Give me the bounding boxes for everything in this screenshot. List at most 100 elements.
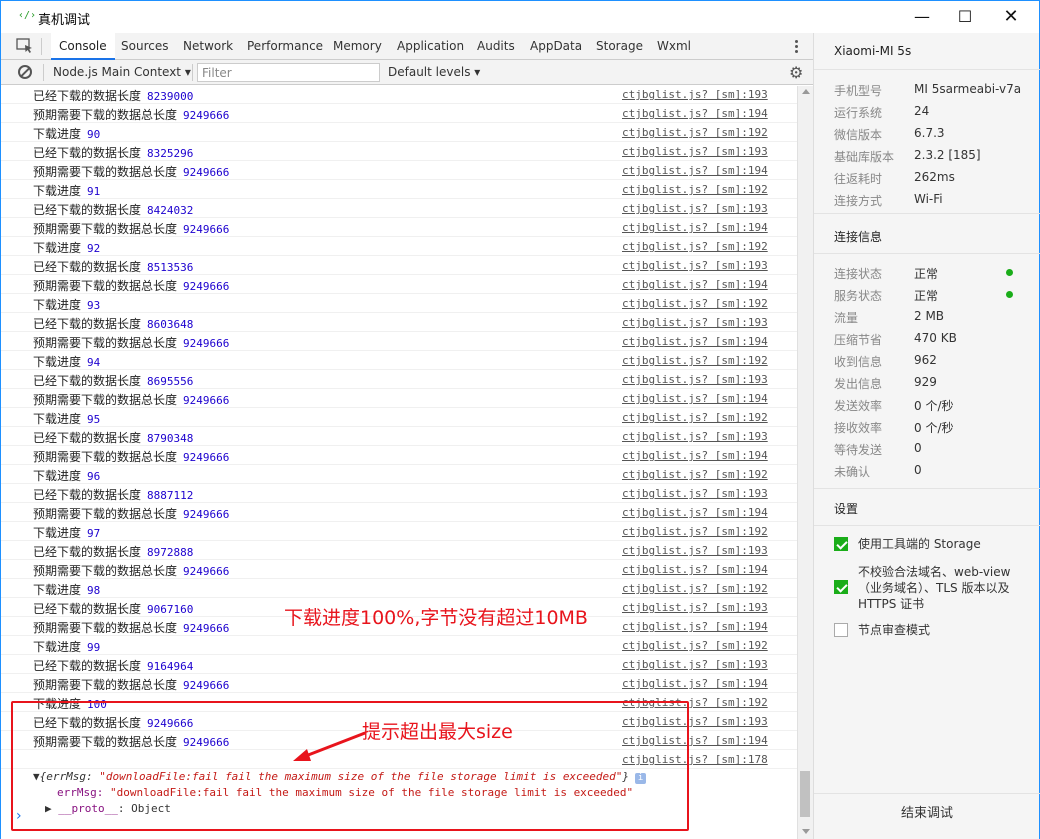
log-message: 预期需要下载的数据总长度 9249666	[33, 222, 230, 236]
log-source-link[interactable]: ctjbglist.js? [sm]:194	[622, 677, 768, 690]
log-source-link[interactable]: ctjbglist.js? [sm]:192	[622, 525, 768, 538]
log-source-link[interactable]: ctjbglist.js? [sm]:193	[622, 316, 768, 329]
log-row: 已经下载的数据长度 8972888 ctjbglist.js? [sm]:193	[1, 541, 797, 560]
log-source-link[interactable]: ctjbglist.js? [sm]:193	[622, 658, 768, 671]
connection-section-title: 连接信息	[834, 230, 883, 244]
log-source-link[interactable]: ctjbglist.js? [sm]:194	[622, 221, 768, 234]
log-message: 下载进度 94	[33, 355, 101, 369]
log-source-link[interactable]: ctjbglist.js? [sm]:193	[622, 373, 768, 386]
log-row: 已经下载的数据长度 9164964 ctjbglist.js? [sm]:193	[1, 655, 797, 674]
log-message: 下载进度 96	[33, 469, 101, 483]
log-row: 下载进度 92 ctjbglist.js? [sm]:192	[1, 237, 797, 256]
log-source-link[interactable]: ctjbglist.js? [sm]:194	[622, 278, 768, 291]
log-source-link[interactable]: ctjbglist.js? [sm]:192	[622, 183, 768, 196]
settings-checkbox[interactable]	[834, 580, 848, 594]
log-message: 下载进度 92	[33, 241, 101, 255]
log-source-link[interactable]: ctjbglist.js? [sm]:194	[622, 449, 768, 462]
log-source-link[interactable]: ctjbglist.js? [sm]:193	[622, 145, 768, 158]
log-message: 已经下载的数据长度 9164964	[33, 659, 194, 673]
tab-memory[interactable]: Memory	[333, 33, 382, 60]
log-source-link[interactable]: ctjbglist.js? [sm]:194	[622, 164, 768, 177]
maximize-button[interactable]: ☐	[942, 1, 988, 33]
log-source-link[interactable]: ctjbglist.js? [sm]:192	[622, 639, 768, 652]
tab-application[interactable]: Application	[397, 33, 464, 60]
log-source-link[interactable]: ctjbglist.js? [sm]:194	[622, 392, 768, 405]
log-levels-select[interactable]: Default levels ▾	[388, 65, 480, 79]
log-source-link[interactable]: ctjbglist.js? [sm]:192	[622, 354, 768, 367]
minimize-button[interactable]: —	[899, 1, 945, 33]
settings-checkbox[interactable]	[834, 623, 848, 637]
log-source-link[interactable]: ctjbglist.js? [sm]:193	[622, 601, 768, 614]
log-source-link[interactable]: ctjbglist.js? [sm]:192	[622, 126, 768, 139]
device-info-label: 手机型号	[834, 84, 883, 98]
log-source-link[interactable]: ctjbglist.js? [sm]:192	[622, 582, 768, 595]
log-source-link[interactable]: ctjbglist.js? [sm]:194	[622, 563, 768, 576]
log-source-link[interactable]: ctjbglist.js? [sm]:193	[622, 544, 768, 557]
settings-checkbox[interactable]	[834, 537, 848, 551]
settings-section-title: 设置	[834, 502, 859, 516]
settings-checkbox-label[interactable]: 节点审查模式	[858, 622, 1018, 638]
log-row: 预期需要下载的数据总长度 9249666 ctjbglist.js? [sm]:19…	[1, 503, 797, 522]
settings-checkbox-label[interactable]: 使用工具端的 Storage	[858, 536, 1018, 552]
close-button[interactable]: ✕	[988, 1, 1034, 33]
log-source-link[interactable]: ctjbglist.js? [sm]:192	[622, 240, 768, 253]
log-source-link[interactable]: ctjbglist.js? [sm]:193	[622, 202, 768, 215]
log-source-link[interactable]: ctjbglist.js? [sm]:193	[622, 88, 768, 101]
connection-value: 0 个/秒	[914, 421, 954, 435]
scroll-down-icon[interactable]	[802, 829, 810, 834]
log-source-link[interactable]: ctjbglist.js? [sm]:194	[622, 620, 768, 633]
connection-value: 0	[914, 463, 922, 477]
log-message: 预期需要下载的数据总长度 9249666	[33, 165, 230, 179]
log-message: 已经下载的数据长度 9067160	[33, 602, 194, 616]
tab-audits[interactable]: Audits	[477, 33, 515, 60]
scroll-up-icon[interactable]	[802, 89, 810, 94]
log-row: 已经下载的数据长度 8513536 ctjbglist.js? [sm]:193	[1, 256, 797, 275]
end-debug-button[interactable]: 结束调试	[814, 793, 1040, 833]
log-message: 预期需要下载的数据总长度 9249666	[33, 678, 230, 692]
log-message: 下载进度 93	[33, 298, 101, 312]
log-source-link[interactable]: ctjbglist.js? [sm]:194	[622, 506, 768, 519]
settings-checkbox-label[interactable]: 不校验合法域名、web-view（业务域名）、TLS 版本以及 HTTPS 证书	[858, 564, 1018, 612]
log-source-link[interactable]: ctjbglist.js? [sm]:192	[622, 468, 768, 481]
clear-console-icon[interactable]	[18, 65, 32, 79]
device-info-value: Wi-Fi	[914, 192, 943, 206]
inspect-element-icon[interactable]	[16, 38, 34, 54]
console-scrollbar[interactable]	[797, 86, 813, 839]
tab-network[interactable]: Network	[183, 33, 233, 60]
status-ok-icon	[1006, 291, 1013, 298]
tab-storage[interactable]: Storage	[596, 33, 643, 60]
log-message: 已经下载的数据长度 8424032	[33, 203, 194, 217]
tab-appdata[interactable]: AppData	[530, 33, 582, 60]
context-select[interactable]: Node.js Main Context ▾	[53, 65, 191, 79]
log-message: 下载进度 97	[33, 526, 101, 540]
scroll-thumb[interactable]	[800, 771, 810, 817]
tab-wxml[interactable]: Wxml	[657, 33, 691, 60]
gear-icon[interactable]: ⚙	[789, 63, 803, 82]
log-source-link[interactable]: ctjbglist.js? [sm]:194	[622, 335, 768, 348]
more-menu-icon[interactable]	[791, 38, 801, 56]
connection-value: 正常	[914, 267, 939, 281]
log-source-link[interactable]: ctjbglist.js? [sm]:193	[622, 487, 768, 500]
connection-value: 962	[914, 353, 937, 367]
log-source-link[interactable]: ctjbglist.js? [sm]:193	[622, 430, 768, 443]
log-source-link[interactable]: ctjbglist.js? [sm]:193	[622, 259, 768, 272]
connection-value: 470 KB	[914, 331, 957, 345]
title-bar: ‹/› 真机调试 — ☐ ✕	[1, 1, 1039, 33]
log-row: 已经下载的数据长度 8887112 ctjbglist.js? [sm]:193	[1, 484, 797, 503]
log-source-link[interactable]: ctjbglist.js? [sm]:192	[622, 297, 768, 310]
log-source-link[interactable]: ctjbglist.js? [sm]:192	[622, 411, 768, 424]
log-row: 下载进度 93 ctjbglist.js? [sm]:192	[1, 294, 797, 313]
log-source-link[interactable]: ctjbglist.js? [sm]:194	[622, 107, 768, 120]
log-row: 下载进度 95 ctjbglist.js? [sm]:192	[1, 408, 797, 427]
log-row: 预期需要下载的数据总长度 9249666 ctjbglist.js? [sm]:19…	[1, 674, 797, 693]
tab-performance[interactable]: Performance	[247, 33, 323, 60]
device-info-value: 262ms	[914, 170, 955, 184]
toolbar-separator	[192, 64, 193, 81]
tab-sources[interactable]: Sources	[121, 33, 168, 60]
device-info-label: 基础库版本	[834, 150, 895, 164]
device-panel: Xiaomi-MI 5s 连接信息 设置 结束调试 手机型号 MI 5sarmea…	[813, 33, 1040, 839]
log-message: 预期需要下载的数据总长度 9249666	[33, 507, 230, 521]
tab-console[interactable]: Console	[51, 33, 115, 60]
filter-input[interactable]	[197, 63, 380, 82]
log-message: 已经下载的数据长度 8887112	[33, 488, 194, 502]
